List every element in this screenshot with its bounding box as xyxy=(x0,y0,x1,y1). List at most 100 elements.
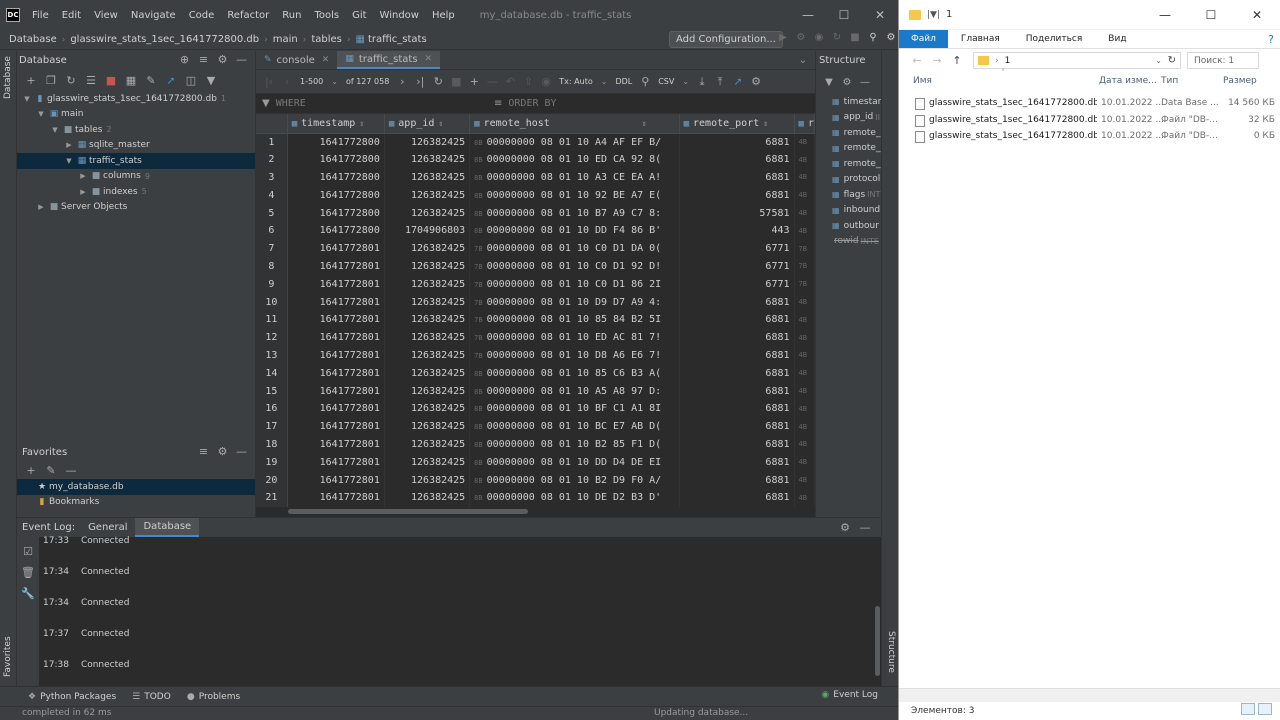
stop-icon[interactable]: ■ xyxy=(447,75,465,88)
table-row[interactable]: 5 1641772800 126382425 8B 00000000 08 01 10 … xyxy=(256,204,816,222)
tab-console[interactable]: ✎ console ✕ xyxy=(256,51,337,69)
refresh-icon[interactable]: ↻ xyxy=(429,75,447,88)
prev-page-icon[interactable]: ‹ xyxy=(278,75,296,88)
table-row[interactable]: 7 1641772801 126382425 7B 00000000 08 01 10 … xyxy=(256,239,816,258)
up-icon[interactable]: ↑ xyxy=(947,54,967,67)
tab-traffic-stats[interactable]: ▦ traffic_stats ✕ xyxy=(337,51,441,69)
column-header-timestamp[interactable]: ▦ timestamp ⇕ xyxy=(287,114,385,134)
cell-remote-port[interactable]: 6881 xyxy=(679,471,795,489)
row-number[interactable]: 10 xyxy=(256,293,288,311)
table-row[interactable]: 10 1641772801 126382425 7B 00000000 08 01 10… xyxy=(256,293,816,311)
cell-remote-port[interactable]: 6881 xyxy=(679,186,795,205)
cell-remote-host[interactable]: 8B 00000000 08 01 10 BC E7 AB D( xyxy=(469,417,680,436)
coverage-icon[interactable]: ◉ xyxy=(810,32,828,43)
menu-refactor[interactable]: Refactor xyxy=(221,10,276,21)
cell-timestamp[interactable]: 1641772800 xyxy=(287,133,385,151)
hide-icon[interactable]: — xyxy=(856,77,874,88)
schema-icon[interactable]: ☰ xyxy=(81,74,101,87)
debug-icon[interactable]: ⚙ xyxy=(792,32,810,43)
search-input[interactable]: Поиск: 1 xyxy=(1187,52,1259,69)
table-row[interactable]: 21 1641772801 126382425 8B 00000000 08 01 10… xyxy=(256,488,816,507)
gear-icon[interactable]: ⚙ xyxy=(213,53,232,66)
breadcrumb-main[interactable]: main xyxy=(273,34,298,45)
structure-item[interactable]: ▦ flags INT xyxy=(816,187,881,203)
stop-icon[interactable]: ■ xyxy=(846,32,864,43)
cell-app-id[interactable]: 126382425 xyxy=(384,364,471,383)
database-tool-tab[interactable]: Database xyxy=(3,56,13,99)
edit-icon[interactable]: ✎ xyxy=(41,464,61,477)
cell-next-column[interactable]: 4B xyxy=(794,150,816,169)
cell-remote-port[interactable]: 6881 xyxy=(679,435,795,454)
page-range[interactable]: 1-500 xyxy=(296,77,327,86)
cell-remote-port[interactable]: 6881 xyxy=(679,488,795,507)
cell-app-id[interactable]: 126382425 xyxy=(384,257,471,276)
order-by-input[interactable]: ≡ ORDER BY xyxy=(488,98,557,109)
column-header-type[interactable]: Тип xyxy=(1161,76,1178,86)
cell-next-column[interactable]: 4B xyxy=(794,221,816,240)
cell-remote-host[interactable]: 8B 00000000 08 01 10 BF C1 A1 8I xyxy=(469,399,680,418)
copy-icon[interactable]: ❐ xyxy=(41,74,61,87)
tree-item-tables[interactable]: ▼ ■ tables 2 xyxy=(17,122,255,138)
cell-remote-port[interactable]: 6771 xyxy=(679,275,795,294)
cell-remote-host[interactable]: 8B 00000000 08 01 10 B2 85 F1 D( xyxy=(469,435,680,454)
structure-item[interactable]: ▦ remote_ xyxy=(816,125,881,141)
cell-timestamp[interactable]: 1641772800 xyxy=(287,186,385,205)
chevron-down-icon[interactable]: ⌄ xyxy=(1155,56,1162,65)
column-header-remote-port[interactable]: ▦ remote_port ⇕ xyxy=(679,114,795,134)
cell-app-id[interactable]: 126382425 xyxy=(384,150,471,169)
structure-item[interactable]: rowid INTE xyxy=(816,234,881,250)
chevron-down-icon[interactable]: ⌄ xyxy=(791,51,815,69)
chevron-right-icon[interactable]: ▶ xyxy=(63,141,75,149)
row-number[interactable]: 11 xyxy=(256,310,288,329)
cell-next-column[interactable]: 4B xyxy=(794,364,816,383)
cell-remote-host[interactable]: 8B 00000000 08 01 10 B7 A9 C7 8: xyxy=(469,204,680,222)
row-number[interactable]: 6 xyxy=(256,221,288,240)
cell-remote-host[interactable]: 8B 00000000 08 01 10 A5 A8 97 D: xyxy=(469,382,680,400)
row-number[interactable]: 21 xyxy=(256,488,288,507)
row-number[interactable]: 8 xyxy=(256,257,288,276)
stop-icon[interactable]: ■ xyxy=(101,74,121,87)
chevron-right-icon[interactable]: ▶ xyxy=(77,188,89,196)
filter-icon[interactable]: ▼ xyxy=(201,74,221,87)
next-page-icon[interactable]: › xyxy=(393,75,411,88)
cell-next-column[interactable]: 4B xyxy=(794,488,816,507)
cell-remote-port[interactable]: 6881 xyxy=(679,168,795,187)
chevron-down-icon[interactable]: ▼ xyxy=(21,95,33,103)
cell-timestamp[interactable]: 1641772801 xyxy=(287,435,385,454)
add-configuration-button[interactable]: Add Configuration... xyxy=(669,31,783,48)
chevron-down-icon[interactable]: ⌄ xyxy=(597,77,612,86)
tree-item-server-objects[interactable]: ▶ ■ Server Objects xyxy=(17,200,255,216)
chevron-down-icon[interactable]: ▼ xyxy=(49,126,61,134)
chevron-down-icon[interactable]: ⌄ xyxy=(678,77,693,86)
row-number[interactable]: 1 xyxy=(256,133,288,151)
ribbon-tab-view[interactable]: Вид xyxy=(1095,30,1139,48)
cell-remote-port[interactable]: 6881 xyxy=(679,399,795,418)
table-row[interactable]: 12 1641772801 126382425 7B 00000000 08 01 10… xyxy=(256,328,816,347)
cell-next-column[interactable]: 4B xyxy=(794,168,816,187)
refresh-icon[interactable]: ↻ xyxy=(61,74,81,87)
cell-remote-port[interactable]: 6881 xyxy=(679,346,795,365)
profile-icon[interactable]: ↻ xyxy=(828,32,846,43)
tab-general[interactable]: General xyxy=(80,518,135,537)
edit-icon[interactable]: ✎ xyxy=(141,74,161,87)
column-header-size[interactable]: Размер xyxy=(1223,76,1257,86)
maximize-icon[interactable]: ☐ xyxy=(826,0,862,30)
compare-icon[interactable]: ➚ xyxy=(729,75,747,88)
gear-icon[interactable]: ⚙ xyxy=(747,75,765,88)
back-icon[interactable]: ← xyxy=(907,54,927,67)
cell-remote-host[interactable]: 8B 00000000 08 01 10 92 BE A7 E( xyxy=(469,186,680,205)
row-number[interactable]: 20 xyxy=(256,471,288,489)
ribbon-tab-share[interactable]: Поделиться xyxy=(1013,30,1096,48)
cell-remote-host[interactable]: 7B 00000000 08 01 10 D8 A6 E6 7! xyxy=(469,346,680,365)
table-row[interactable]: 19 1641772801 126382425 8B 00000000 08 01 10… xyxy=(256,453,816,472)
table-row[interactable]: 4 1641772800 126382425 8B 00000000 08 01 10 … xyxy=(256,186,816,205)
jump-to-console-icon[interactable]: ➚ xyxy=(161,74,181,87)
table-row[interactable]: 16 1641772801 126382425 8B 00000000 08 01 10… xyxy=(256,399,816,418)
cell-app-id[interactable]: 126382425 xyxy=(384,453,471,472)
cell-remote-port[interactable]: 6881 xyxy=(679,364,795,383)
row-number[interactable]: 13 xyxy=(256,346,288,365)
cell-remote-port[interactable]: 57581 xyxy=(679,204,795,222)
table-row[interactable]: 18 1641772801 126382425 8B 00000000 08 01 10… xyxy=(256,435,816,454)
column-header-name[interactable]: Имя xyxy=(913,76,932,86)
cell-next-column[interactable]: 4B xyxy=(794,186,816,205)
